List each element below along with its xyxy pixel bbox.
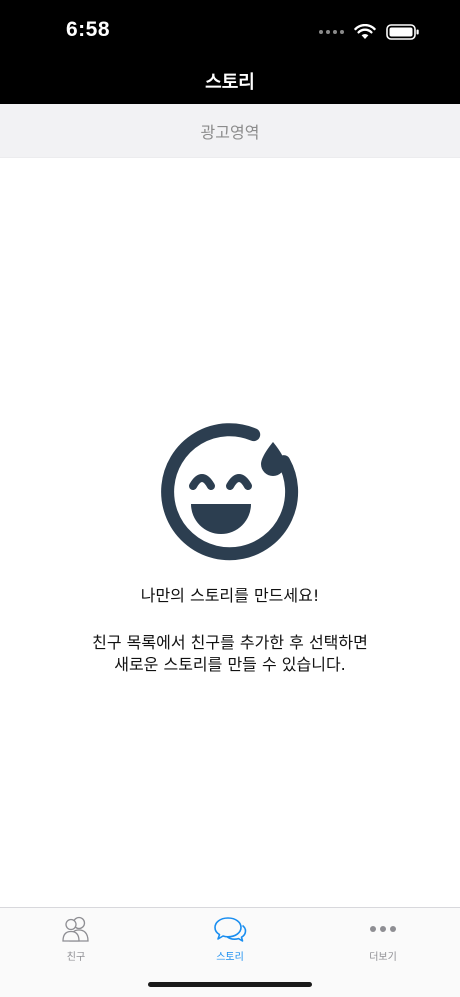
status-time: 6:58 (66, 18, 111, 41)
more-dots-icon (370, 926, 396, 932)
navigation-bar: 스토리 (0, 58, 460, 104)
tab-story[interactable]: 스토리 (170, 914, 290, 966)
cellular-signal-icon (319, 30, 344, 34)
friends-icon (62, 916, 89, 942)
empty-state: 나만의 스토리를 만드세요! 친구 목록에서 친구를 추가한 후 선택하면 새로… (0, 420, 460, 676)
tab-story-label: 스토리 (216, 952, 244, 963)
status-icons (319, 20, 420, 44)
empty-state-description: 친구 목록에서 친구를 추가한 후 선택하면 새로운 스토리를 만들 수 있습니… (92, 633, 368, 674)
tab-more[interactable]: 더보기 (323, 914, 443, 966)
ad-banner[interactable]: 광고영역 (0, 104, 460, 158)
ad-banner-label: 광고영역 (200, 122, 260, 142)
empty-state-title: 나만의 스토리를 만드세요! (140, 586, 320, 605)
battery-icon (386, 24, 419, 40)
chat-bubbles-icon (214, 917, 247, 942)
sweat-smile-emoji-icon (155, 420, 305, 562)
wifi-icon (354, 24, 376, 39)
tab-more-label: 더보기 (369, 952, 397, 963)
status-bar: 6:58 (0, 0, 460, 58)
tab-friends-label: 친구 (66, 952, 86, 963)
tab-friends[interactable]: 친구 (16, 914, 136, 966)
page-title: 스토리 (205, 72, 255, 93)
home-indicator[interactable] (148, 982, 312, 987)
